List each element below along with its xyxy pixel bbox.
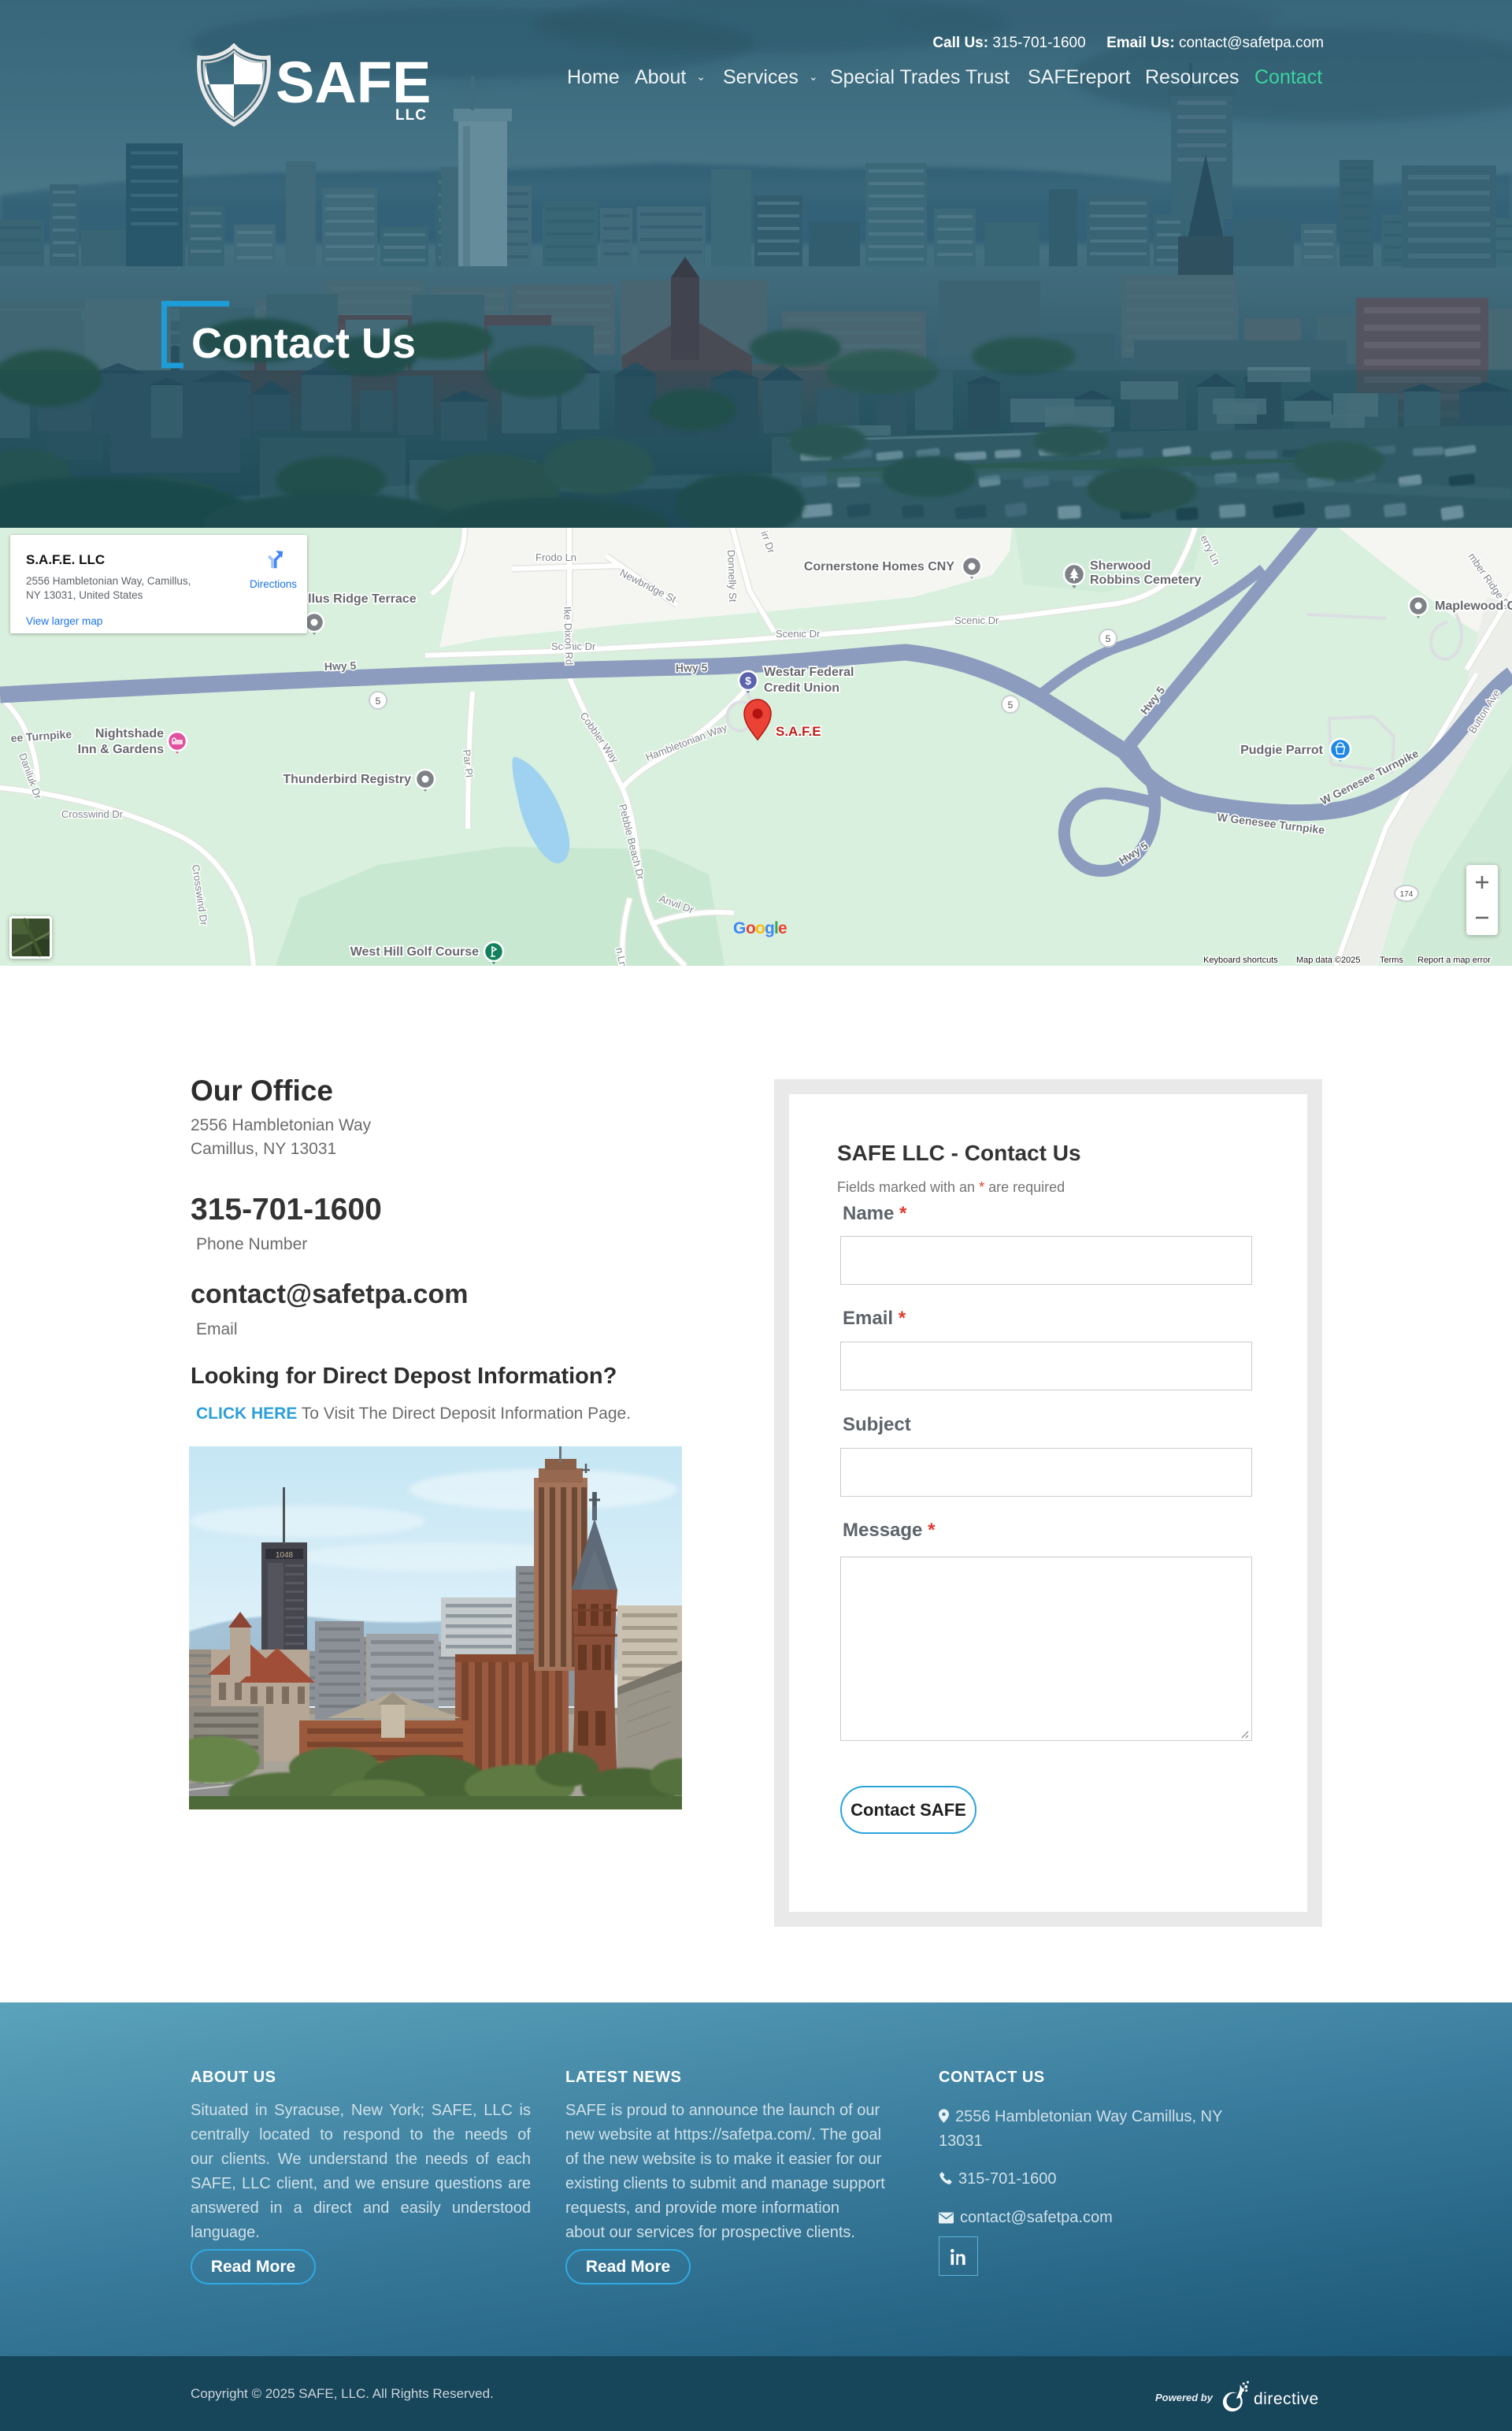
svg-text:o: o bbox=[755, 919, 765, 937]
svg-text:g: g bbox=[765, 919, 775, 937]
svg-text:Scenic Dr: Scenic Dr bbox=[954, 614, 999, 626]
svg-text:174: 174 bbox=[1400, 890, 1414, 899]
svg-text:Credit Union: Credit Union bbox=[764, 681, 839, 695]
svg-text:Cornerstone Homes CNY: Cornerstone Homes CNY bbox=[804, 560, 954, 573]
svg-text:5: 5 bbox=[1106, 633, 1111, 644]
svg-text:5: 5 bbox=[1008, 700, 1014, 711]
svg-text:Report a map error: Report a map error bbox=[1418, 956, 1491, 965]
svg-text:e: e bbox=[778, 919, 788, 937]
svg-text:Thunderbird Registry: Thunderbird Registry bbox=[283, 773, 411, 786]
svg-text:Ike Dixon Rd: Ike Dixon Rd bbox=[561, 607, 576, 666]
svg-text:Map data ©2025: Map data ©2025 bbox=[1296, 956, 1361, 965]
svg-text:Pudgie Parrot: Pudgie Parrot bbox=[1240, 744, 1324, 757]
svg-text:o: o bbox=[746, 919, 756, 937]
svg-text:G: G bbox=[733, 919, 746, 937]
svg-text:Keyboard shortcuts: Keyboard shortcuts bbox=[1203, 956, 1278, 965]
svg-text:1048: 1048 bbox=[276, 1551, 294, 1560]
svg-text:Terms: Terms bbox=[1380, 956, 1403, 965]
svg-text:Hwy 5: Hwy 5 bbox=[676, 661, 708, 674]
svg-text:S.A.F.E: S.A.F.E bbox=[776, 724, 821, 739]
svg-text:Hwy 5: Hwy 5 bbox=[324, 659, 357, 673]
svg-text:Scenic Dr: Scenic Dr bbox=[776, 628, 821, 640]
svg-text:Sherwood: Sherwood bbox=[1090, 559, 1151, 573]
svg-text:$: $ bbox=[745, 674, 751, 687]
svg-text:Donnelly St: Donnelly St bbox=[725, 550, 739, 603]
svg-text:Robbins Cemetery: Robbins Cemetery bbox=[1090, 573, 1201, 587]
svg-text:West Hill Golf Course: West Hill Golf Course bbox=[350, 945, 479, 959]
svg-text:Nightshade: Nightshade bbox=[95, 727, 164, 740]
svg-text:Westar Federal: Westar Federal bbox=[764, 666, 854, 679]
svg-text:Frodo Ln: Frodo Ln bbox=[536, 551, 576, 563]
svg-text:Inn & Gardens: Inn & Gardens bbox=[78, 743, 164, 756]
svg-text:5: 5 bbox=[376, 696, 381, 707]
svg-text:Crosswind Dr: Crosswind Dr bbox=[61, 808, 124, 820]
svg-text:Maplewood C: Maplewood C bbox=[1435, 599, 1512, 613]
